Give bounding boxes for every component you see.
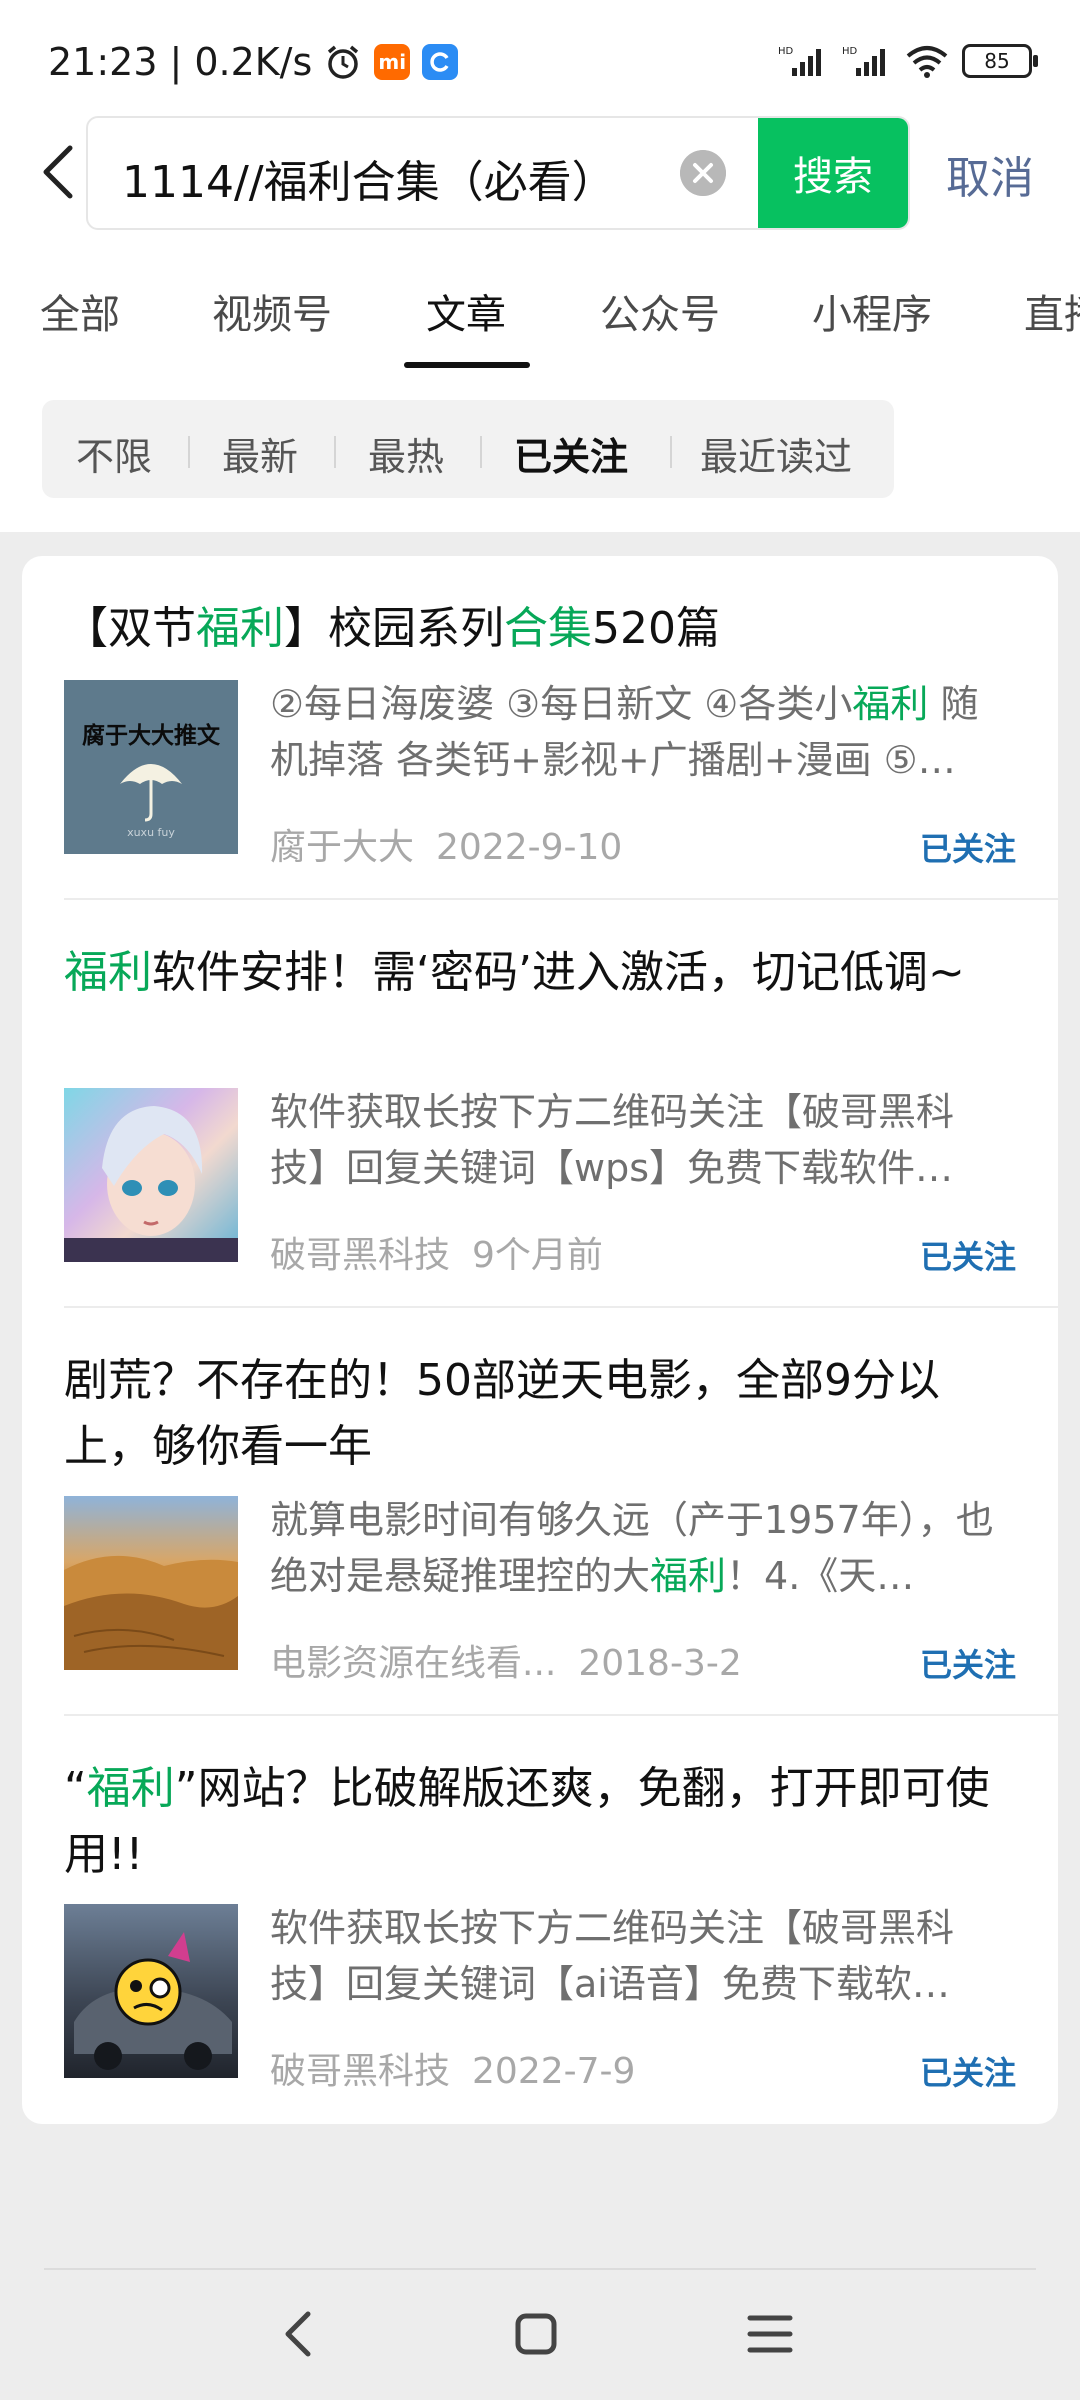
filter-divider <box>188 436 190 468</box>
filter-latest[interactable]: 最新 <box>222 426 298 481</box>
article-source[interactable]: 电影资源在线看... <box>270 1643 556 1684</box>
article-date: 2022-9-10 <box>436 827 623 868</box>
followed-tag: 已关注 <box>920 830 1017 868</box>
status-divider: | <box>169 40 183 84</box>
article-title[interactable]: 剧荒？不存在的！50部逆天电影，全部9分以上，够你看一年 <box>64 1348 1014 1480</box>
system-nav-bar <box>0 2268 1080 2400</box>
status-left: 21:23 | 0.2K/s mi <box>48 40 459 84</box>
nav-home-icon[interactable] <box>506 2304 566 2364</box>
svg-text:HD: HD <box>842 46 858 57</box>
article-source[interactable]: 破哥黑科技 <box>270 1235 450 1276</box>
filter-recently-read[interactable]: 最近读过 <box>700 426 852 481</box>
mi-app-icon: mi <box>374 44 411 80</box>
filter-divider <box>334 436 336 468</box>
article-date: 9个月前 <box>472 1235 603 1276</box>
filter-area: 不限 最新 最热 已关注 最近读过 <box>0 370 1080 532</box>
article-snippet: ②每日海废婆 ③每日新文 ④各类小福利 随机掉落 各类钙+影视+广播剧+漫画 ⑤… <box>270 682 979 782</box>
search-header: 1114//福利合集（必看） 搜索 取消 <box>0 106 1080 234</box>
article-title[interactable]: “福利”网站？比破解版还爽，免翻，打开即可使用!! <box>64 1756 1014 1888</box>
tab-articles[interactable]: 文章 <box>426 282 506 340</box>
article-snippet: 就算电影时间有够久远（产于1957年），也绝对是悬疑推理控的大福利！4.《天… <box>270 1498 994 1598</box>
article-thumbnail[interactable] <box>64 1904 238 2078</box>
followed-tag: 已关注 <box>920 2054 1017 2092</box>
search-button[interactable]: 搜索 <box>758 118 908 228</box>
tab-all[interactable]: 全部 <box>40 282 120 340</box>
filter-any[interactable]: 不限 <box>76 426 152 481</box>
nav-divider <box>44 2268 1036 2270</box>
article-source[interactable]: 破哥黑科技 <box>270 2051 450 2092</box>
result-divider <box>64 898 1058 900</box>
cancel-button[interactable]: 取消 <box>946 142 1034 206</box>
signal-icon-2: HD <box>842 46 885 76</box>
article-thumbnail[interactable] <box>64 1496 238 1670</box>
alarm-icon <box>328 45 359 79</box>
article-snippet: 软件获取长按下方二维码关注【破哥黑科技】回复关键词【ai语音】免费下载软… <box>270 1906 955 2006</box>
filter-hottest[interactable]: 最热 <box>368 426 444 481</box>
nav-back-icon[interactable] <box>270 2304 330 2364</box>
anime-girl-image <box>64 1106 238 1262</box>
filter-divider <box>480 436 482 468</box>
filter-divider <box>670 436 672 468</box>
network-speed: 0.2K/s <box>194 40 313 84</box>
article-meta: 腐于大大 2022-9-10 <box>270 818 622 870</box>
filter-followed[interactable]: 已关注 <box>514 426 628 481</box>
result-divider <box>64 1714 1058 1716</box>
search-query[interactable]: 1114//福利合集（必看） <box>122 146 616 210</box>
article-snippet: 软件获取长按下方二维码关注【破哥黑科技】回复关键词【wps】免费下载软件… <box>270 1090 955 1190</box>
car-emoji-image <box>74 1932 232 2070</box>
back-arrow-icon[interactable] <box>30 136 90 208</box>
category-tabs: 全部 视频号 文章 公众号 小程序 直播 <box>0 234 1080 371</box>
article-source[interactable]: 腐于大大 <box>270 827 414 868</box>
result-divider <box>64 1306 1058 1308</box>
article-meta: 破哥黑科技 9个月前 <box>270 1226 603 1278</box>
followed-tag: 已关注 <box>920 1646 1017 1684</box>
status-time: 21:23 <box>48 40 158 84</box>
nav-menu-icon[interactable] <box>740 2304 800 2364</box>
article-date: 2018-3-2 <box>578 1643 742 1684</box>
tab-mini-programs[interactable]: 小程序 <box>812 282 932 340</box>
browser-app-icon <box>422 44 459 80</box>
active-tab-indicator <box>404 362 530 368</box>
desert-dunes-image <box>64 1555 238 1670</box>
article-meta: 破哥黑科技 2022-7-9 <box>270 2042 635 2094</box>
filter-bar: 不限 最新 最热 已关注 最近读过 <box>42 400 894 498</box>
tab-official-accounts[interactable]: 公众号 <box>600 282 720 340</box>
article-title[interactable]: 【双节福利】校园系列合集520篇 <box>64 596 1014 662</box>
article-meta: 电影资源在线看... 2018-3-2 <box>270 1634 742 1686</box>
svg-text:HD: HD <box>778 46 794 57</box>
article-thumbnail[interactable] <box>64 1088 238 1262</box>
thumbnail-caption: xuxu fuy <box>127 826 175 839</box>
tab-live[interactable]: 直播 <box>1024 282 1080 340</box>
followed-tag: 已关注 <box>920 1238 1017 1276</box>
results-list: 【双节福利】校园系列合集520篇 腐于大大推文 xuxu fuy ②每日海废婆 … <box>22 556 1058 2124</box>
status-right: HD HD 85 <box>778 44 1038 78</box>
article-thumbnail[interactable]: 腐于大大推文 xuxu fuy <box>64 680 238 854</box>
battery-icon: 85 <box>962 44 1038 78</box>
tab-channels[interactable]: 视频号 <box>212 282 332 340</box>
search-input[interactable]: 1114//福利合集（必看） 搜索 <box>86 116 910 230</box>
article-title[interactable]: 福利软件安排！需‘密码’进入激活，切记低调~ <box>64 940 1014 1006</box>
article-date: 2022-7-9 <box>472 2051 636 2092</box>
clear-icon[interactable] <box>680 150 726 196</box>
wifi-icon <box>906 46 948 78</box>
signal-icon: HD <box>778 46 821 76</box>
